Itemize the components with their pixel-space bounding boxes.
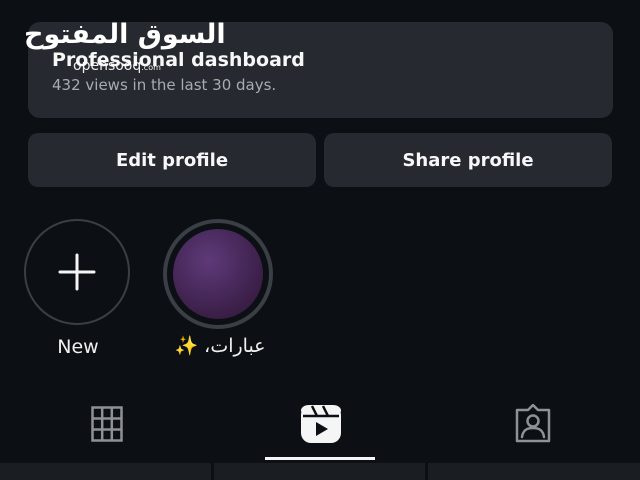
- highlight-cover-image: [173, 229, 263, 319]
- grid-thumbnail[interactable]: [0, 463, 211, 480]
- new-highlight-button[interactable]: [24, 219, 130, 325]
- tab-reels[interactable]: [292, 400, 350, 448]
- profile-screen: السوق المفتوح opensooq.com Professional …: [0, 0, 640, 480]
- new-highlight-label: New: [57, 336, 99, 358]
- grid-thumbnail[interactable]: [428, 463, 640, 480]
- dashboard-title: Professional dashboard: [52, 49, 305, 71]
- reels-icon: [301, 405, 341, 443]
- tab-posts-grid[interactable]: [78, 400, 136, 448]
- active-tab-indicator: [265, 457, 375, 460]
- tab-tagged[interactable]: [504, 400, 562, 448]
- dashboard-subtitle: 432 views in the last 30 days.: [52, 76, 277, 94]
- edit-profile-button[interactable]: Edit profile: [28, 133, 316, 187]
- tagged-icon: [515, 404, 551, 443]
- story-highlight[interactable]: [163, 219, 273, 329]
- share-profile-button[interactable]: Share profile: [324, 133, 612, 187]
- professional-dashboard-card[interactable]: Professional dashboard 432 views in the …: [28, 22, 613, 118]
- grid-thumbnail[interactable]: [214, 463, 425, 480]
- story-highlight-label: عبارات، ✨: [174, 335, 266, 357]
- plus-icon: [58, 253, 96, 291]
- grid-icon: [91, 406, 123, 442]
